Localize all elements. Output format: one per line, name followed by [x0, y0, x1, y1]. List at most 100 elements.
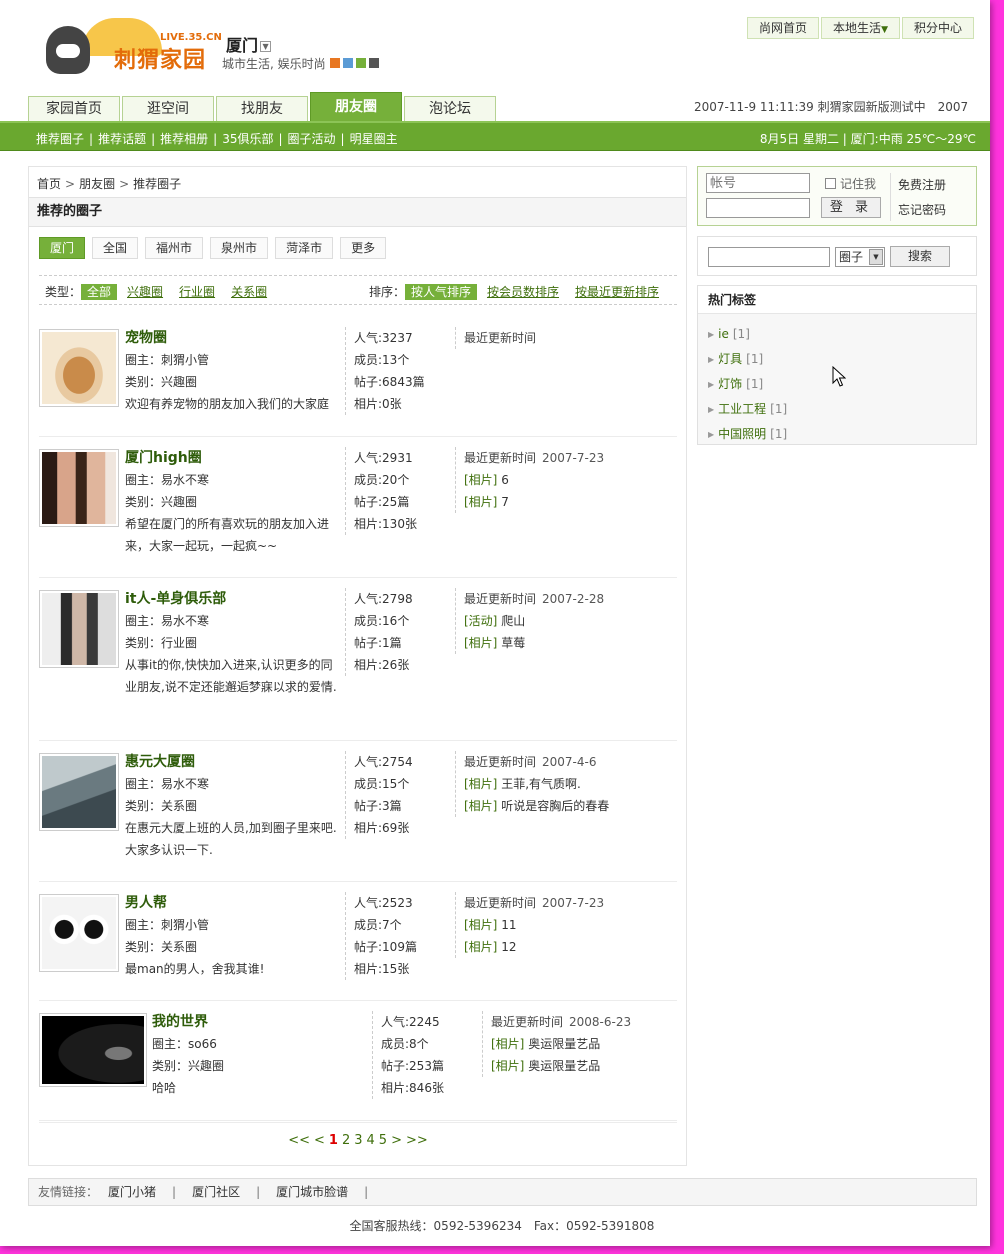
type-filter-option[interactable]: 行业圈 [173, 284, 221, 300]
circle-name-link[interactable]: 男人帮 [125, 892, 337, 914]
recent-update-tag[interactable]: [相片] [464, 918, 497, 932]
top-nav-local[interactable]: 本地生活▼ [821, 17, 900, 39]
top-nav-points[interactable]: 积分中心 [901, 17, 974, 39]
pager-page[interactable]: 3 [354, 1133, 362, 1148]
friend-link[interactable]: 厦门城市脸谱 [276, 1185, 348, 1199]
breadcrumb-item[interactable]: 首页 [37, 177, 61, 191]
hot-tag-name[interactable]: ie [718, 327, 729, 341]
type-filter-option[interactable]: 兴趣圈 [121, 284, 169, 300]
hot-tag-name[interactable]: 灯饰 [718, 377, 742, 391]
hot-tag-item[interactable]: ▶ 工业工程 [1] [708, 397, 976, 422]
pager-page[interactable]: 1 [329, 1133, 338, 1148]
recent-update-link[interactable]: 12 [501, 940, 516, 954]
city-filter-button[interactable]: 福州市 [145, 237, 204, 259]
main-nav-tab[interactable]: 逛空间 [122, 96, 214, 122]
circle-name-link[interactable]: 宠物圈 [125, 327, 337, 349]
hot-tag-item[interactable]: ▶ ie [1] [708, 322, 976, 347]
pager-next[interactable]: > [391, 1133, 402, 1148]
pager-first[interactable]: << [288, 1133, 310, 1148]
city-filter-button[interactable]: 泉州市 [210, 237, 269, 259]
circle-name-link[interactable]: 我的世界 [152, 1011, 364, 1033]
main-nav-tab[interactable]: 朋友圈 [310, 92, 402, 122]
sub-nav-item[interactable]: 35俱乐部 [222, 132, 273, 146]
circle-thumbnail[interactable] [39, 1013, 147, 1087]
type-filter-option[interactable]: 全部 [81, 284, 118, 300]
password-input[interactable] [706, 198, 810, 218]
remember-me[interactable]: 记住我 [825, 175, 876, 192]
recent-update-link[interactable]: 11 [501, 918, 516, 932]
sub-nav-item[interactable]: 推荐相册 [160, 132, 208, 146]
recent-update-tag[interactable]: [相片] [491, 1059, 524, 1073]
recent-update-link[interactable]: 草莓 [501, 636, 525, 650]
friend-link[interactable]: 厦门社区 [192, 1185, 240, 1199]
search-button[interactable]: 搜索 [890, 246, 950, 267]
circle-thumbnail[interactable] [39, 590, 119, 668]
circle-thumbnail[interactable] [39, 449, 119, 527]
recent-update-tag[interactable]: [相片] [491, 1037, 524, 1051]
hot-tag-name[interactable]: 工业工程 [718, 402, 766, 416]
city-selector[interactable]: 厦门 ▼ [226, 32, 272, 56]
recent-update-link[interactable]: 爬山 [501, 614, 525, 628]
type-filter-option[interactable]: 关系圈 [225, 284, 273, 300]
recent-update-tag[interactable]: [相片] [464, 940, 497, 954]
circle-thumbnail[interactable] [39, 753, 119, 831]
pager-page[interactable]: 5 [379, 1133, 387, 1148]
login-button[interactable]: 登 录 [821, 197, 881, 218]
hot-tag-name[interactable]: 中国照明 [718, 427, 766, 441]
search-scope-select[interactable]: 圈子 ▼ [835, 247, 885, 267]
recent-update-tag[interactable]: [相片] [464, 777, 497, 791]
theme-swatch[interactable] [343, 58, 353, 68]
main-nav-tab[interactable]: 找朋友 [216, 96, 308, 122]
city-filter-button[interactable]: 厦门 [39, 237, 86, 259]
search-input[interactable] [708, 247, 830, 267]
recent-update-tag[interactable]: [相片] [464, 636, 497, 650]
pager-prev[interactable]: < [314, 1133, 325, 1148]
sub-nav-item[interactable]: 推荐话题 [98, 132, 146, 146]
recent-update-link[interactable]: 奥运限量艺品 [528, 1059, 600, 1073]
circle-list-item: 惠元大厦圈 圈主：易水不寒 类别：关系圈 在惠元大厦上班的人员,加到圈子里来吧.大家多… [39, 741, 677, 882]
friend-link[interactable]: 厦门小猪 [108, 1185, 156, 1199]
sub-nav-item[interactable]: 明星圈主 [350, 132, 398, 146]
hot-tag-name[interactable]: 灯具 [718, 352, 742, 366]
pager-page[interactable]: 4 [367, 1133, 375, 1148]
recent-update-link[interactable]: 7 [501, 495, 509, 509]
city-filter-button[interactable]: 更多 [340, 237, 387, 259]
sub-nav-item[interactable]: 圈子活动 [288, 132, 336, 146]
recent-update-link[interactable]: 王菲,有气质啊. [501, 777, 581, 791]
site-logo[interactable]: LIVE.35.CN 刺猬家园 [42, 12, 222, 76]
city-filter-button[interactable]: 全国 [92, 237, 139, 259]
dropdown-arrow-icon[interactable]: ▼ [869, 249, 883, 265]
pager-last[interactable]: >> [406, 1133, 428, 1148]
sub-nav-item[interactable]: 推荐圈子 [36, 132, 84, 146]
circle-name-link[interactable]: 厦门high圈 [125, 447, 337, 469]
theme-swatch[interactable] [356, 58, 366, 68]
circle-thumbnail[interactable] [39, 329, 119, 407]
recent-update-tag[interactable]: [活动] [464, 614, 497, 628]
main-nav-tab[interactable]: 泡论坛 [404, 96, 496, 122]
recent-update-link[interactable]: 听说是容胸后的春春 [501, 799, 609, 813]
theme-swatch[interactable] [330, 58, 340, 68]
breadcrumb-item[interactable]: 朋友圈 [79, 177, 115, 191]
theme-swatch[interactable] [369, 58, 379, 68]
circle-thumbnail[interactable] [39, 894, 119, 972]
city-filter-button[interactable]: 菏泽市 [275, 237, 334, 259]
sort-filter-option[interactable]: 按会员数排序 [481, 284, 565, 300]
recent-update-link[interactable]: 6 [501, 473, 509, 487]
register-link[interactable]: 免费注册 [898, 176, 946, 193]
account-input[interactable] [706, 173, 810, 193]
remember-checkbox[interactable] [825, 178, 836, 189]
circle-name-link[interactable]: it人-单身俱乐部 [125, 588, 337, 610]
forgot-password-link[interactable]: 忘记密码 [898, 201, 946, 218]
recent-update-tag[interactable]: [相片] [464, 799, 497, 813]
recent-update-link[interactable]: 奥运限量艺品 [528, 1037, 600, 1051]
main-nav-tab[interactable]: 家园首页 [28, 96, 120, 122]
sort-filter-option[interactable]: 按最近更新排序 [569, 284, 665, 300]
pager-page[interactable]: 2 [342, 1133, 350, 1148]
circle-name-link[interactable]: 惠元大厦圈 [125, 751, 337, 773]
sort-filter-option[interactable]: 按人气排序 [404, 284, 477, 300]
recent-update-tag[interactable]: [相片] [464, 473, 497, 487]
recent-update-tag[interactable]: [相片] [464, 495, 497, 509]
chevron-down-icon[interactable]: ▼ [260, 41, 272, 52]
hot-tag-item[interactable]: ▶ 中国照明 [1] [708, 422, 976, 447]
top-nav-home[interactable]: 尚网首页 [747, 17, 820, 39]
